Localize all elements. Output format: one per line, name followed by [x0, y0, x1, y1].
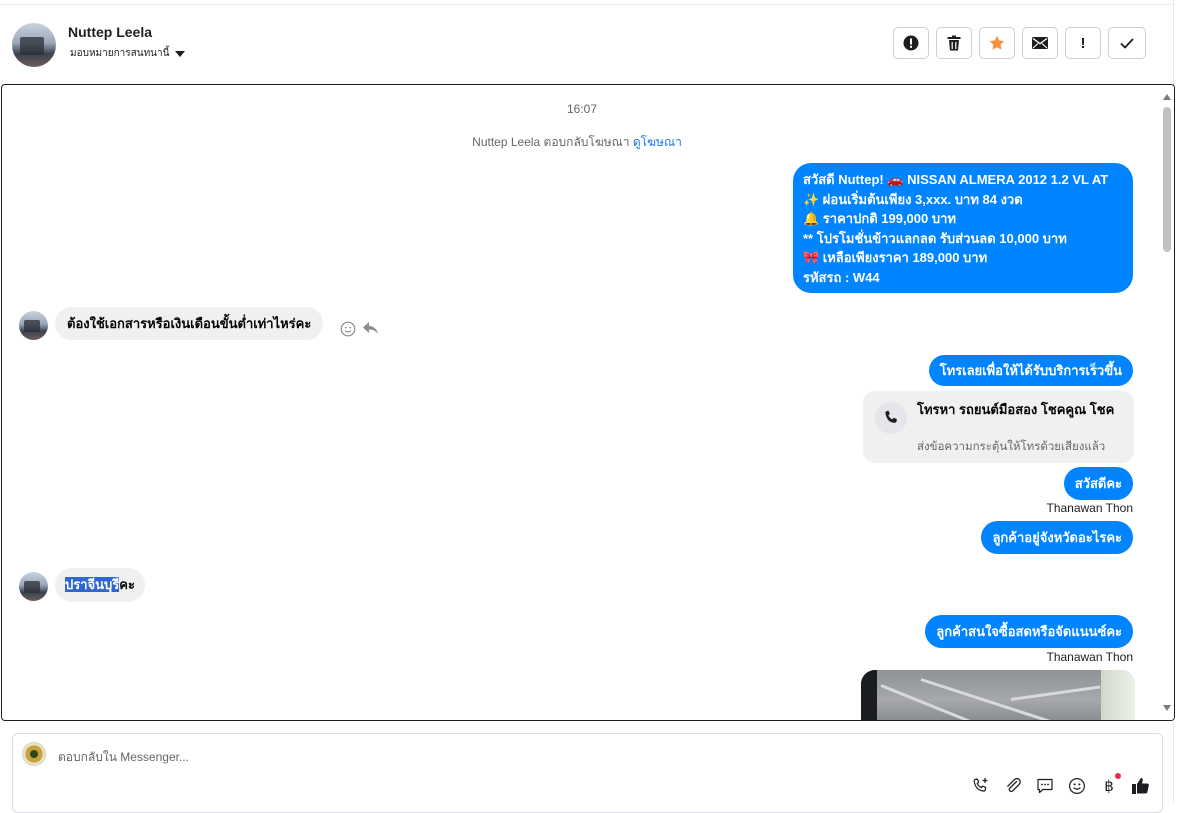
call-button[interactable]: [971, 776, 991, 796]
baht-icon: ฿: [1104, 778, 1114, 795]
header-actions: !: [893, 27, 1153, 59]
promo-line: 🔔 ราคาปกติ 199,000 บาท: [803, 211, 956, 226]
payment-button[interactable]: ฿: [1099, 773, 1121, 796]
contact-avatar[interactable]: [12, 23, 56, 67]
react-emoji-icon[interactable]: [340, 321, 356, 337]
outgoing-message-promo[interactable]: สวัสดี Nuttep! 🚗 NISSAN ALMERA 2012 1.2 …: [793, 163, 1133, 293]
message-timestamp: 16:07: [566, 102, 598, 116]
saved-reply-icon: [1037, 778, 1053, 794]
promo-line: 🎀 เหลือเพียงราคา 189,000 บาท: [803, 250, 988, 265]
star-button[interactable]: [979, 27, 1015, 59]
scroll-down-arrow-icon[interactable]: [1163, 705, 1171, 711]
reply-input[interactable]: ตอบกลับใน Messenger...: [58, 748, 189, 767]
page-avatar: [22, 742, 46, 766]
promo-line: สวัสดี Nuttep! 🚗 NISSAN ALMERA 2012 1.2 …: [803, 172, 1109, 187]
checkmark-icon: [1120, 37, 1134, 49]
outgoing-message[interactable]: ลูกค้าสนใจซื้อสดหรือจัดแนนซ์คะ: [925, 615, 1133, 648]
outgoing-message[interactable]: โทรเลยเพื่อให้ได้รับบริการเร็วขึ้น: [928, 355, 1133, 386]
envelope-icon: [1032, 37, 1048, 49]
contact-name[interactable]: Nuttep Leela: [68, 24, 152, 40]
promo-line: ✨ ผ่อนเริ่มต้นเพียง 3,xxx. บาท 84 งวด: [803, 191, 1023, 207]
message-text-rest: คะ: [119, 577, 135, 592]
call-card-subtitle: ส่งข้อความกระตุ้นให้โทรด้วยเสียงแล้ว: [917, 441, 1106, 453]
delete-button[interactable]: [936, 27, 972, 59]
scroll-up-arrow-icon[interactable]: [1163, 94, 1171, 100]
phone-icon: [885, 410, 897, 423]
attach-file-button[interactable]: [1003, 776, 1023, 796]
saved-replies-button[interactable]: [1035, 776, 1055, 796]
exclamation-circle-icon: [903, 35, 919, 51]
mark-unread-button[interactable]: [1022, 27, 1058, 59]
assign-label: มอบหมายการสนทนานี้: [70, 48, 170, 59]
mark-done-button[interactable]: [1108, 27, 1146, 59]
sender-name: Thanawan Thon: [1046, 650, 1133, 664]
ad-reply-text: Nuttep Leela ตอบกลับโฆษณา: [472, 135, 630, 149]
trash-icon: [947, 35, 961, 51]
call-card-title: โทรหา รถยนต์มือสอง โชคคูณ โชค: [917, 402, 1115, 417]
call-request-card[interactable]: โทรหา รถยนต์มือสอง โชคคูณ โชค ส่งข้อความ…: [863, 391, 1134, 463]
message-composer[interactable]: ตอบกลับใน Messenger... ฿: [12, 733, 1163, 813]
assign-conversation-dropdown[interactable]: มอบหมายการสนทนานี้: [70, 46, 186, 61]
exclamation-mark-icon: !: [1080, 34, 1086, 52]
caret-down-icon: [175, 50, 186, 57]
sender-name: Thanawan Thon: [1046, 501, 1133, 515]
photo-detail: [880, 684, 993, 720]
conversation-header: Nuttep Leela มอบหมายการสนทนานี้ !: [0, 5, 1172, 83]
incoming-message[interactable]: ต้องใช้เอกสารหรือเงินเดือนขั้นต่ำเท่าไหร…: [55, 307, 324, 340]
paperclip-icon: [1007, 777, 1021, 793]
view-ad-link[interactable]: ดูโฆษณา: [633, 135, 682, 149]
emoji-button[interactable]: [1067, 776, 1087, 796]
outgoing-message[interactable]: สวัสดีคะ: [1063, 467, 1133, 500]
photo-detail: [1010, 685, 1101, 701]
phone-plus-icon: [973, 778, 988, 792]
emoji-icon: [1068, 777, 1086, 795]
message-thread[interactable]: 16:07 Nuttep Leela ตอบกลับโฆษณา ดูโฆษณา …: [1, 84, 1175, 721]
ad-reply-notice: Nuttep Leela ตอบกลับโฆษณา ดูโฆษณา: [2, 133, 1152, 152]
promo-line: ** โปรโมชั่นข้าวแลกลด รับส่วนลด 10,000 บ…: [803, 230, 1067, 246]
call-icon-circle: [875, 402, 907, 434]
sender-avatar[interactable]: [19, 311, 48, 340]
notification-dot: [1115, 773, 1121, 779]
follow-up-button[interactable]: !: [1065, 27, 1101, 59]
outgoing-message[interactable]: ลูกค้าอยู่จังหวัดอะไรคะ: [981, 521, 1133, 554]
like-button[interactable]: [1131, 776, 1151, 796]
star-icon: [989, 35, 1005, 50]
composer-tools: ฿: [971, 773, 1151, 796]
thumbs-up-icon: [1132, 778, 1149, 794]
photo-detail: [920, 678, 1055, 720]
thread-scrollbar[interactable]: [1160, 85, 1174, 720]
incoming-message[interactable]: ปราจีนบุรีคะ: [55, 568, 145, 602]
reply-icon[interactable]: [362, 321, 379, 336]
scroll-thumb[interactable]: [1163, 107, 1171, 252]
mark-spam-button[interactable]: [893, 27, 929, 59]
sender-avatar[interactable]: [19, 572, 48, 601]
promo-line: รหัสรถ : W44: [803, 269, 880, 285]
selected-text[interactable]: ปราจีนบุรี: [65, 577, 120, 592]
image-attachment[interactable]: [861, 670, 1135, 720]
